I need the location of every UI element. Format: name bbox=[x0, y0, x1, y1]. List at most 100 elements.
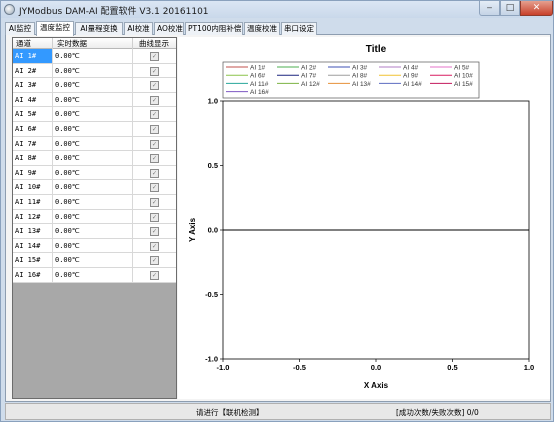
realtime-value-cell: 0.00℃ bbox=[53, 238, 133, 253]
status-bar: 请进行【联机检测】 [成功次数/失败次数] 0/0 bbox=[5, 403, 551, 420]
curve-display-checkbox[interactable]: ✓ bbox=[150, 183, 159, 193]
curve-display-cell: ✓ bbox=[133, 268, 176, 282]
channel-cell[interactable]: AI 12# bbox=[13, 209, 53, 224]
channel-cell[interactable]: AI 2# bbox=[13, 63, 53, 78]
x-tick-label-4: 1.0 bbox=[524, 363, 534, 372]
curve-display-cell: ✓ bbox=[133, 224, 176, 238]
tab-ao-calibration[interactable]: AO校准 bbox=[154, 22, 184, 35]
realtime-value-cell: 0.00℃ bbox=[53, 209, 133, 224]
channel-cell[interactable]: AI 3# bbox=[13, 78, 53, 93]
curve-display-checkbox[interactable]: ✓ bbox=[150, 66, 159, 76]
realtime-value-cell: 0.00℃ bbox=[53, 136, 133, 151]
table-row[interactable]: AI 6# 0.00℃ ✓ bbox=[13, 121, 176, 137]
channel-cell[interactable]: AI 9# bbox=[13, 165, 53, 180]
curve-display-checkbox[interactable]: ✓ bbox=[150, 168, 159, 178]
curve-display-cell: ✓ bbox=[133, 180, 176, 194]
minimize-button[interactable]: ‒ bbox=[479, 1, 500, 16]
x-tick-label-2: 0.0 bbox=[371, 363, 381, 372]
curve-display-checkbox[interactable]: ✓ bbox=[150, 256, 159, 266]
table-row[interactable]: AI 1# 0.00℃ ✓ bbox=[13, 49, 176, 64]
curve-display-checkbox[interactable]: ✓ bbox=[150, 197, 159, 207]
legend-label-8: AI 8# bbox=[352, 73, 368, 80]
curve-display-cell: ✓ bbox=[133, 151, 176, 165]
table-row[interactable]: AI 2# 0.00℃ ✓ bbox=[13, 63, 176, 79]
tab-ai-calibration[interactable]: AI校准 bbox=[124, 22, 153, 35]
channel-cell[interactable]: AI 6# bbox=[13, 121, 53, 136]
table-row[interactable]: AI 9# 0.00℃ ✓ bbox=[13, 165, 176, 181]
channel-cell[interactable]: AI 13# bbox=[13, 224, 53, 239]
curve-display-checkbox[interactable]: ✓ bbox=[150, 139, 159, 149]
title-bar[interactable]: JYModbus DAM-AI 配置软件 V3.1 20161101 ‒ □ ✕ bbox=[1, 1, 553, 18]
grid-body: AI 1# 0.00℃ ✓ AI 2# 0.00℃ ✓ AI 3# 0.00℃ ✓ AI 4# 0.… bbox=[13, 49, 176, 283]
table-row[interactable]: AI 3# 0.00℃ ✓ bbox=[13, 78, 176, 93]
y-tick-label-0: 1.0 bbox=[208, 97, 218, 106]
curve-display-checkbox[interactable]: ✓ bbox=[150, 241, 159, 251]
window-title: JYModbus DAM-AI 配置软件 V3.1 20161101 bbox=[19, 7, 209, 17]
table-row[interactable]: AI 14# 0.00℃ ✓ bbox=[13, 238, 176, 254]
maximize-button[interactable]: □ bbox=[500, 1, 520, 16]
table-row[interactable]: AI 11# 0.00℃ ✓ bbox=[13, 194, 176, 210]
channel-data-grid[interactable]: 通道 实时数据 曲线显示 AI 1# 0.00℃ ✓ AI 2# 0.00℃ ✓ AI 3#… bbox=[12, 37, 177, 399]
channel-cell[interactable]: AI 11# bbox=[13, 194, 53, 209]
channel-cell[interactable]: AI 14# bbox=[13, 238, 53, 253]
table-row[interactable]: AI 8# 0.00℃ ✓ bbox=[13, 151, 176, 166]
curve-display-checkbox[interactable]: ✓ bbox=[150, 52, 159, 61]
curve-display-checkbox[interactable]: ✓ bbox=[150, 124, 159, 134]
table-row[interactable]: AI 15# 0.00℃ ✓ bbox=[13, 253, 176, 268]
column-header-channel[interactable]: 通道 bbox=[13, 38, 53, 49]
curve-display-checkbox[interactable]: ✓ bbox=[150, 95, 159, 105]
legend-label-13: AI 13# bbox=[352, 81, 371, 88]
channel-cell[interactable]: AI 4# bbox=[13, 92, 53, 107]
table-row[interactable]: AI 12# 0.00℃ ✓ bbox=[13, 209, 176, 225]
channel-cell[interactable]: AI 1# bbox=[13, 49, 53, 63]
table-row[interactable]: AI 5# 0.00℃ ✓ bbox=[13, 107, 176, 122]
legend-label-7: AI 7# bbox=[301, 73, 317, 80]
curve-display-checkbox[interactable]: ✓ bbox=[150, 110, 159, 120]
status-message: 请进行【联机检测】 bbox=[196, 408, 264, 417]
tab-serial-settings[interactable]: 串口设定 bbox=[281, 22, 317, 35]
table-row[interactable]: AI 10# 0.00℃ ✓ bbox=[13, 180, 176, 195]
realtime-value-cell: 0.00℃ bbox=[53, 49, 133, 63]
legend-label-14: AI 14# bbox=[403, 81, 422, 88]
channel-cell[interactable]: AI 7# bbox=[13, 136, 53, 151]
channel-cell[interactable]: AI 8# bbox=[13, 151, 53, 166]
channel-cell[interactable]: AI 10# bbox=[13, 180, 53, 195]
tab-temperature-calibration[interactable]: 温度校准 bbox=[244, 22, 280, 35]
column-header-curve-display[interactable]: 曲线显示 bbox=[133, 38, 176, 49]
chart-svg: Title AI 1# AI 2# AI 3# AI 4# AI 5# AI 6# AI 7#… bbox=[188, 44, 534, 390]
legend-label-2: AI 2# bbox=[301, 65, 317, 72]
curve-display-checkbox[interactable]: ✓ bbox=[150, 212, 159, 222]
tab-pt100-compensation[interactable]: PT100内阻补偿 bbox=[185, 22, 243, 35]
channel-cell[interactable]: AI 15# bbox=[13, 253, 53, 268]
realtime-value-cell: 0.00℃ bbox=[53, 267, 133, 282]
y-tick-label-1: 0.5 bbox=[208, 161, 218, 170]
legend-label-16: AI 16# bbox=[250, 89, 269, 96]
realtime-value-cell: 0.00℃ bbox=[53, 194, 133, 209]
table-row[interactable]: AI 13# 0.00℃ ✓ bbox=[13, 224, 176, 239]
status-counter: [成功次数/失败次数] 0/0 bbox=[396, 408, 479, 417]
close-button[interactable]: ✕ bbox=[520, 1, 553, 16]
app-logo-icon bbox=[4, 4, 15, 15]
table-row[interactable]: AI 7# 0.00℃ ✓ bbox=[13, 136, 176, 152]
temperature-chart[interactable]: Title AI 1# AI 2# AI 3# AI 4# AI 5# AI 6# AI 7#… bbox=[178, 37, 550, 399]
tab-ai-range-transform[interactable]: AI量程变换 bbox=[75, 22, 123, 35]
x-axis-label: X Axis bbox=[364, 381, 389, 390]
legend-label-1: AI 1# bbox=[250, 65, 266, 72]
curve-display-checkbox[interactable]: ✓ bbox=[150, 227, 159, 237]
curve-display-checkbox[interactable]: ✓ bbox=[150, 81, 159, 91]
curve-display-checkbox[interactable]: ✓ bbox=[150, 154, 159, 164]
channel-cell[interactable]: AI 16# bbox=[13, 267, 53, 282]
table-row[interactable]: AI 4# 0.00℃ ✓ bbox=[13, 92, 176, 108]
table-row[interactable]: AI 16# 0.00℃ ✓ bbox=[13, 267, 176, 283]
channel-cell[interactable]: AI 5# bbox=[13, 107, 53, 122]
realtime-value-cell: 0.00℃ bbox=[53, 107, 133, 122]
legend-label-9: AI 9# bbox=[403, 73, 419, 80]
curve-display-cell: ✓ bbox=[133, 93, 176, 107]
realtime-value-cell: 0.00℃ bbox=[53, 121, 133, 136]
curve-display-checkbox[interactable]: ✓ bbox=[150, 270, 159, 280]
tab-temperature-monitor[interactable]: 温度监控 bbox=[36, 21, 74, 36]
tab-ai-monitor[interactable]: AI监控 bbox=[5, 22, 35, 35]
realtime-value-cell: 0.00℃ bbox=[53, 92, 133, 107]
x-tick-label-3: 0.5 bbox=[447, 363, 457, 372]
column-header-realtime-data[interactable]: 实时数据 bbox=[53, 38, 133, 49]
